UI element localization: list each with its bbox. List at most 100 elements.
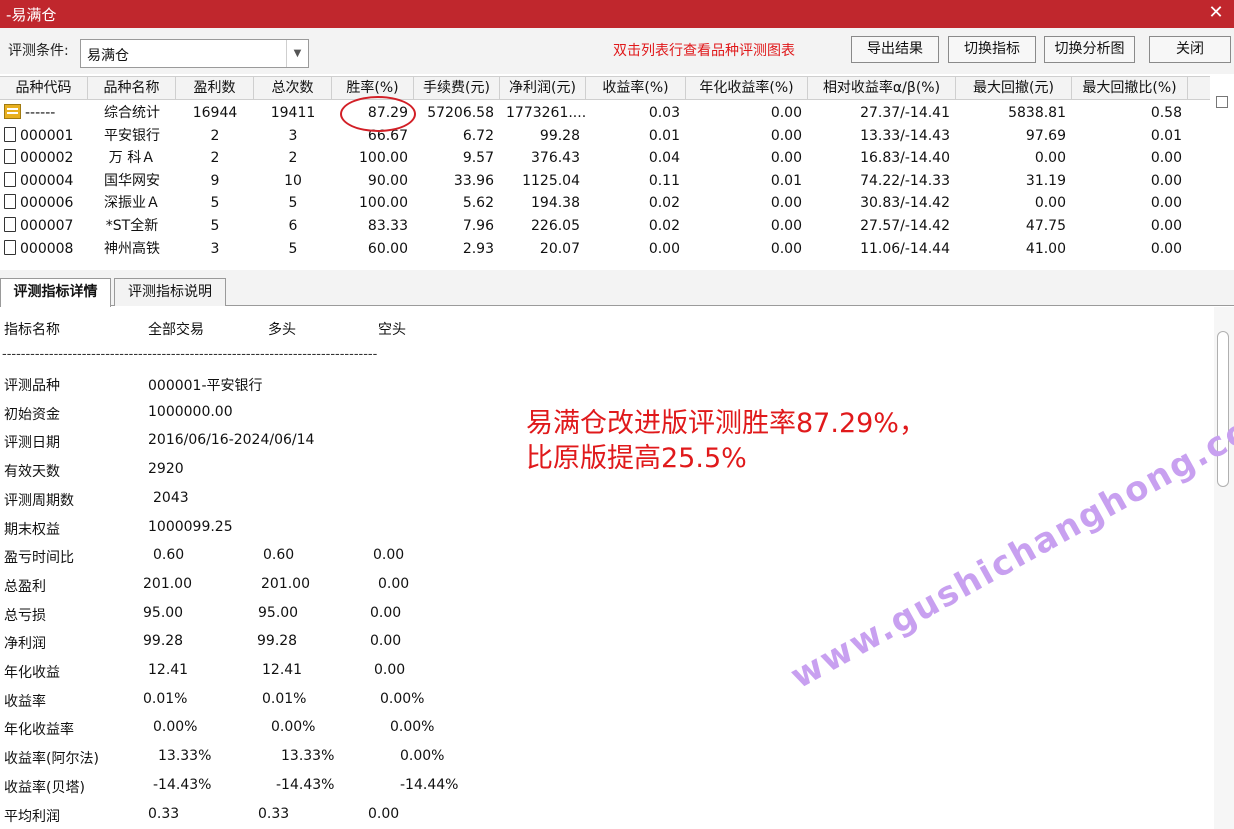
table-cell: 0.00 xyxy=(686,192,808,215)
highlight-circle xyxy=(340,96,416,132)
details-value: 0.00 xyxy=(370,604,402,621)
tab-indicator-description[interactable]: 评测指标说明 xyxy=(114,278,226,306)
table-row[interactable]: 000002 万 科Ａ 2 2 100.00 9.57 376.43 0.04 0.00 16.8… xyxy=(0,147,1210,170)
column-header[interactable]: 相对收益率α/β(%) xyxy=(808,77,956,99)
annotation-line-2: 比原版提高25.5% xyxy=(526,443,747,474)
table-cell: 000002 xyxy=(0,147,88,170)
tab-bar: 评测指标详情 评测指标说明 xyxy=(0,270,1234,307)
table-row[interactable]: 000006 深振业Ａ 5 5 100.00 5.62 194.38 0.02 0.00 30.8… xyxy=(0,192,1210,215)
table-cell: 0.02 xyxy=(586,192,686,215)
cell-text: 7.96 xyxy=(462,217,494,234)
condition-select[interactable]: 易满仓 ▼ xyxy=(80,39,309,68)
cell-text: 0.00 xyxy=(1150,217,1182,234)
details-value: 000001-平安银行 xyxy=(148,378,263,394)
table-row[interactable]: ------ 综合统计 16944 19411 87.29 57206.58 1773261… xyxy=(0,102,1210,125)
close-icon[interactable]: ✕ xyxy=(1204,1,1228,25)
table-cell: 0.00 xyxy=(1072,215,1188,238)
column-header[interactable]: 盈利数 xyxy=(176,77,254,99)
column-header[interactable]: 品种名称 xyxy=(88,77,176,99)
cell-text: 16944 xyxy=(192,105,238,121)
row-checkbox[interactable] xyxy=(1216,96,1228,108)
cell-text: 2 xyxy=(210,127,220,144)
table-cell: 0.01 xyxy=(1072,125,1188,148)
details-value: 1000000.00 xyxy=(148,403,233,420)
title-bar: -易满仓 ✕ xyxy=(0,0,1234,28)
table-cell: 194.38 xyxy=(500,192,586,215)
table-cell: 0.00 xyxy=(956,192,1072,215)
cell-text: ------ xyxy=(25,105,56,121)
cell-text: 平安银行 xyxy=(104,127,160,144)
table-cell: 5 xyxy=(254,238,332,261)
table-cell: 41.00 xyxy=(956,238,1072,261)
table-cell: 2.93 xyxy=(414,238,500,261)
cell-text: 3 xyxy=(288,127,298,144)
cell-text: 0.00 xyxy=(1034,195,1066,212)
details-value: 13.33% xyxy=(158,748,212,765)
details-label: 期末权益 xyxy=(4,521,60,538)
details-value: 0.01% xyxy=(143,690,188,707)
document-icon xyxy=(4,239,16,255)
switch-indicator-button[interactable]: 切换指标 xyxy=(948,36,1036,63)
table-row[interactable]: 000004 国华网安 9 10 90.00 33.96 1125.04 0.11 0.01 74… xyxy=(0,170,1210,193)
cell-text: 47.75 xyxy=(1025,217,1066,234)
column-header[interactable]: 最大回撤比(%) xyxy=(1072,77,1188,99)
details-value: -14.44% xyxy=(400,776,459,793)
cell-text: 10 xyxy=(284,172,302,189)
table-cell: 13.33/-14.43 xyxy=(808,125,956,148)
cell-text: 74.22/-14.33 xyxy=(860,172,950,189)
cell-text: 000006 xyxy=(20,195,74,212)
export-button[interactable]: 导出结果 xyxy=(851,36,939,63)
table-cell: 5.62 xyxy=(414,192,500,215)
column-header[interactable]: 总次数 xyxy=(254,77,332,99)
cell-text: 2 xyxy=(288,150,298,167)
column-header[interactable]: 最大回撤(元) xyxy=(956,77,1072,99)
cell-text: 90.00 xyxy=(367,172,408,189)
table-cell: 000008 xyxy=(0,238,88,261)
column-header[interactable]: 收益率(%) xyxy=(586,77,686,99)
table-cell: 10 xyxy=(254,170,332,193)
column-header[interactable]: 品种代码 xyxy=(0,77,88,99)
cell-text: 0.04 xyxy=(648,150,680,167)
table-cell: 31.19 xyxy=(956,170,1072,193)
cell-text: 19411 xyxy=(270,105,316,121)
details-label: 初始资金 xyxy=(4,406,60,423)
details-value: 0.00 xyxy=(373,547,405,564)
cell-text: 国华网安 xyxy=(104,172,160,189)
details-value: 201.00 xyxy=(261,575,310,592)
table-cell: 神州高铁 xyxy=(88,238,176,261)
table-row[interactable]: 000008 神州高铁 3 5 60.00 2.93 20.07 0.00 0.00 11.06/… xyxy=(0,238,1210,261)
cell-text: 100.00 xyxy=(359,195,408,212)
cell-text: 0.11 xyxy=(648,172,680,189)
chevron-down-icon[interactable]: ▼ xyxy=(286,40,308,67)
details-label: 评测周期数 xyxy=(4,492,74,509)
details-header-name: 指标名称 xyxy=(4,322,60,338)
table-cell: 226.05 xyxy=(500,215,586,238)
cell-text: 2.93 xyxy=(462,240,494,257)
table-cell: 0.00 xyxy=(1072,192,1188,215)
annotation-line-1: 易满仓改进版评测胜率87.29%， xyxy=(526,408,926,439)
table-cell: 0.00 xyxy=(1072,147,1188,170)
column-header[interactable]: 手续费(元) xyxy=(414,77,500,99)
table-cell: ------ xyxy=(0,102,88,125)
tab-indicator-details[interactable]: 评测指标详情 xyxy=(0,278,111,307)
table-cell: 国华网安 xyxy=(88,170,176,193)
column-header[interactable]: 净利润(元) xyxy=(500,77,586,99)
cell-text: 5.62 xyxy=(462,195,494,212)
cell-text: 97.69 xyxy=(1025,127,1066,144)
details-value: 0.60 xyxy=(153,547,185,564)
column-header[interactable]: 年化收益率(%) xyxy=(686,77,808,99)
table-row[interactable]: 000001 平安银行 2 3 66.67 6.72 99.28 0.01 0.00 13.33/… xyxy=(0,125,1210,148)
cell-text: 000002 xyxy=(20,150,74,167)
table-cell: 83.33 xyxy=(332,215,414,238)
close-button[interactable]: 关闭 xyxy=(1149,36,1231,63)
cell-text: 83.33 xyxy=(367,217,408,234)
document-icon xyxy=(4,216,16,232)
table-cell: 0.00 xyxy=(686,238,808,261)
details-scrollbar[interactable] xyxy=(1214,307,1234,829)
table-row[interactable]: 000007 *ST全新 5 6 83.33 7.96 226.05 0.02 0.00 27.5… xyxy=(0,215,1210,238)
switch-chart-button[interactable]: 切换分析图 xyxy=(1044,36,1135,63)
table-cell: 11.06/-14.44 xyxy=(808,238,956,261)
table-cell: 6.72 xyxy=(414,125,500,148)
table-cell: 19411 xyxy=(254,102,332,125)
cell-text: 9.57 xyxy=(462,150,494,167)
